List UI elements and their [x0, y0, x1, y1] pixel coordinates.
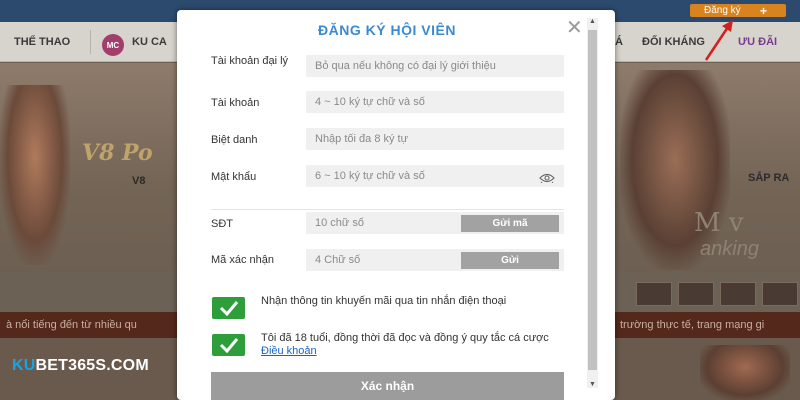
game-thumbnail[interactable] [762, 282, 798, 306]
account-label: Tài khoản [211, 97, 260, 109]
eye-icon[interactable] [539, 173, 555, 183]
close-icon[interactable]: ✕ [566, 18, 583, 38]
scrollbar[interactable]: ▲ ▼ [587, 18, 598, 388]
lower-right-figure [700, 345, 790, 400]
hero-left-figure [0, 85, 70, 265]
casino-badge-icon: MC [102, 34, 124, 56]
game-thumbnail[interactable] [678, 282, 714, 306]
phone-label: SĐT [211, 218, 233, 230]
age-terms-text: Tôi đã 18 tuổi, đồng thời đã đọc và đồng… [261, 332, 561, 358]
checkmark-icon [219, 301, 239, 316]
scroll-down-icon[interactable]: ▼ [589, 381, 596, 388]
promo-sms-checkbox[interactable] [212, 297, 245, 319]
verification-code-label: Mã xác nhận [211, 254, 274, 266]
nav-item-promotions[interactable]: ƯU ĐÃI [738, 36, 777, 48]
nickname-input[interactable]: Nhập tối đa 8 ký tự [306, 128, 564, 150]
section-divider [211, 209, 564, 210]
nickname-label: Biệt danh [211, 134, 258, 146]
plus-icon: + [760, 3, 768, 18]
arrow-icon [704, 20, 733, 61]
age-terms-statement: Tôi đã 18 tuổi, đồng thời đã đọc và đồng… [261, 332, 549, 344]
send-button[interactable]: Gửi [461, 252, 559, 269]
scroll-up-icon[interactable]: ▲ [589, 18, 596, 25]
confirm-button[interactable]: Xác nhận [211, 372, 564, 400]
password-label: Mật khẩu [211, 171, 257, 183]
terms-link[interactable]: Điều khoản [261, 345, 317, 357]
brand-name: BET365S.COM [35, 357, 149, 374]
nav-separator [90, 30, 91, 54]
agent-account-input[interactable]: Bỏ qua nếu không có đại lý giới thiệu [306, 55, 564, 77]
register-label: Đăng ký [704, 5, 741, 16]
game-thumbnail[interactable] [636, 282, 672, 306]
agent-account-label: Tài khoản đại lý [211, 55, 289, 67]
ticker-text-left: à nổi tiếng đến từ nhiều qu [6, 319, 137, 331]
poker-logo: V8 Po [82, 140, 153, 166]
account-input[interactable]: 4 ~ 10 ký tự chữ và số [306, 91, 564, 113]
hero-right-deco-2: anking [700, 238, 759, 260]
game-thumbnails [636, 282, 798, 306]
coming-soon-label: SẮP RA [748, 172, 790, 184]
nav-item-versus[interactable]: ĐỐI KHÁNG [642, 36, 705, 48]
password-input[interactable]: 6 ~ 10 ký tự chữ và số [306, 165, 564, 187]
nav-item-casino[interactable]: KU CA [132, 36, 167, 48]
registration-modal: ĐĂNG KÝ HỘI VIÊN ✕ ▲ ▼ Tài khoản đại lý … [177, 10, 615, 400]
scrollbar-thumb[interactable] [588, 30, 597, 370]
brand-prefix: KU [12, 357, 36, 374]
modal-title: ĐĂNG KÝ HỘI VIÊN [318, 22, 456, 38]
poker-label: V8 [132, 175, 146, 187]
nav-item-sports[interactable]: THỂ THAO [14, 36, 70, 48]
hero-right-deco: M v [694, 208, 744, 238]
age-terms-checkbox[interactable] [212, 334, 245, 356]
register-button[interactable]: Đăng ký + [690, 3, 786, 18]
promo-sms-text: Nhận thông tin khuyến mãi qua tin nhắn đ… [261, 295, 507, 307]
brand-watermark: KUBET365S.COM [12, 357, 149, 375]
ticker-text-right: trường thực tế, trang mạng gi [620, 319, 765, 331]
nav-item-partial[interactable]: Á [615, 36, 623, 48]
checkmark-icon [219, 338, 239, 353]
send-code-button[interactable]: Gửi mã [461, 215, 559, 232]
game-thumbnail[interactable] [720, 282, 756, 306]
